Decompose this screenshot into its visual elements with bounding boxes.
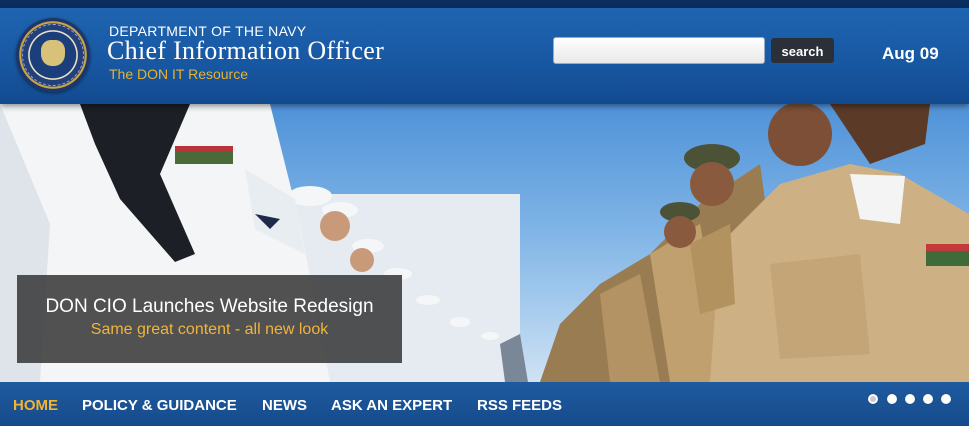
nav-rss-feeds[interactable]: RSS FEEDS bbox=[477, 397, 562, 414]
nav-home[interactable]: HOME bbox=[13, 397, 58, 414]
seal-eagle bbox=[41, 40, 65, 66]
slide-dot-1[interactable] bbox=[868, 394, 878, 404]
top-strip bbox=[0, 0, 969, 8]
slide-dot-5[interactable] bbox=[941, 394, 951, 404]
date-display: Aug 09 bbox=[882, 44, 939, 63]
site-header: DEPARTMENT OF THE NAVY Chief Information… bbox=[0, 8, 969, 104]
hero-headline[interactable]: DON CIO Launches Website Redesign bbox=[17, 296, 402, 318]
slide-dot-2[interactable] bbox=[887, 394, 897, 404]
nav-policy-guidance[interactable]: POLICY & GUIDANCE bbox=[82, 397, 237, 414]
front-marine bbox=[690, 104, 969, 382]
nav-ask-an-expert[interactable]: ASK AN EXPERT bbox=[331, 397, 452, 414]
search-input[interactable] bbox=[553, 37, 765, 64]
hero-slideshow[interactable]: DON CIO Launches Website Redesign Same g… bbox=[0, 104, 969, 382]
slide-dot-4[interactable] bbox=[923, 394, 933, 404]
main-nav: HOME POLICY & GUIDANCE NEWS ASK AN EXPER… bbox=[0, 382, 969, 426]
site-tagline: The DON IT Resource bbox=[109, 66, 249, 82]
slide-dot-3[interactable] bbox=[905, 394, 915, 404]
hero-subheadline: Same great content - all new look bbox=[90, 321, 329, 338]
hero-caption[interactable]: DON CIO Launches Website Redesign Same g… bbox=[17, 275, 402, 363]
nav-news[interactable]: NEWS bbox=[262, 397, 307, 414]
navy-seal-icon[interactable] bbox=[16, 18, 90, 92]
search-button[interactable]: search bbox=[771, 38, 834, 63]
site-title[interactable]: Chief Information Officer bbox=[107, 36, 384, 66]
